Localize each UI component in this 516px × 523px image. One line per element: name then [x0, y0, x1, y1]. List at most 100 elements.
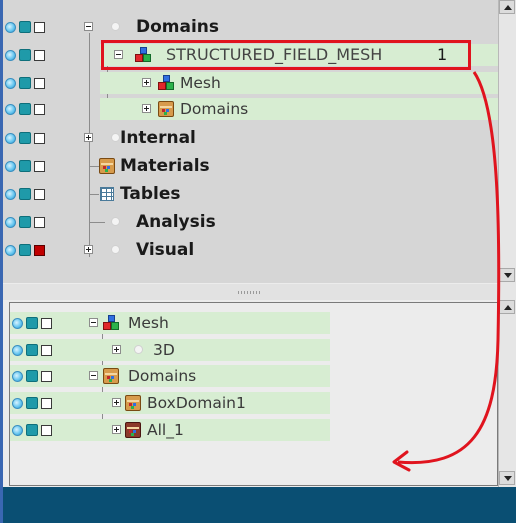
row-controls — [12, 392, 52, 414]
highlight-annotation-box — [101, 40, 471, 70]
visibility-eye-icon[interactable] — [5, 103, 16, 115]
tree-label: Domains — [180, 100, 249, 118]
display-toggle-icon[interactable] — [19, 21, 31, 33]
tree-branch — [89, 222, 105, 223]
display-toggle-icon[interactable] — [19, 188, 31, 200]
collapse-icon[interactable] — [84, 22, 93, 31]
tree-row-mesh[interactable]: Mesh — [100, 72, 498, 94]
expand-icon[interactable] — [84, 133, 93, 142]
select-checkbox[interactable] — [34, 188, 45, 200]
display-toggle-icon[interactable] — [19, 244, 31, 256]
row-controls — [12, 339, 52, 361]
tree-row-materials[interactable]: Materials — [3, 155, 498, 177]
pane-splitter[interactable] — [3, 284, 498, 300]
display-toggle-icon[interactable] — [19, 77, 31, 89]
row-controls — [5, 239, 45, 261]
bottom-tree-scrollbar[interactable] — [498, 300, 516, 487]
visibility-eye-icon[interactable] — [5, 132, 16, 144]
tree-label: Visual — [136, 240, 195, 260]
display-toggle-icon[interactable] — [26, 397, 38, 409]
tree-row-domains[interactable]: Domains — [3, 16, 498, 38]
tree-label: BoxDomain1 — [147, 394, 246, 412]
expand-icon[interactable] — [84, 245, 93, 254]
scroll-down-arrow-icon[interactable] — [499, 471, 515, 485]
visibility-eye-icon[interactable] — [12, 424, 23, 436]
display-toggle-icon[interactable] — [26, 424, 38, 436]
select-checkbox[interactable] — [41, 424, 52, 436]
display-toggle-icon[interactable] — [19, 49, 31, 61]
display-toggle-icon[interactable] — [19, 132, 31, 144]
bullet-icon — [111, 245, 120, 254]
bullet-icon — [111, 217, 120, 226]
tree-label: Tables — [120, 184, 181, 204]
visibility-eye-icon[interactable] — [12, 344, 23, 356]
expand-icon[interactable] — [112, 425, 121, 434]
expand-icon[interactable] — [142, 104, 151, 113]
bullet-icon — [111, 133, 120, 142]
row-controls — [5, 98, 45, 120]
visibility-eye-icon[interactable] — [5, 160, 16, 172]
bullet-icon — [111, 22, 120, 31]
tree-row-sub-domains[interactable]: Domains — [100, 98, 498, 120]
splitter-grip-icon[interactable] — [238, 291, 262, 294]
display-toggle-icon[interactable] — [26, 370, 38, 382]
expand-icon[interactable] — [142, 78, 151, 87]
expand-icon[interactable] — [112, 345, 121, 354]
collapse-icon[interactable] — [89, 318, 98, 327]
tree-row-internal[interactable]: Internal — [3, 127, 498, 149]
tree-row-visual[interactable]: Visual — [3, 239, 498, 261]
select-checkbox[interactable] — [41, 317, 52, 329]
select-checkbox[interactable] — [34, 216, 45, 228]
select-checkbox[interactable] — [34, 244, 45, 256]
display-toggle-icon[interactable] — [26, 344, 38, 356]
row-controls — [12, 419, 52, 441]
select-checkbox[interactable] — [34, 77, 45, 89]
tree-row-domains[interactable]: Domains — [10, 365, 330, 387]
visibility-eye-icon[interactable] — [12, 317, 23, 329]
bottom-panel-bar — [3, 487, 516, 523]
tree-label: Materials — [120, 156, 210, 176]
display-toggle-icon[interactable] — [19, 160, 31, 172]
visibility-eye-icon[interactable] — [5, 21, 16, 33]
domain-box-icon — [103, 368, 119, 384]
select-checkbox[interactable] — [34, 21, 45, 33]
scroll-up-arrow-icon[interactable] — [499, 0, 515, 14]
tree-panel-window: Domains STRUCTURED_FIELD_MESH 1 Mesh Dom… — [0, 0, 516, 523]
visibility-eye-icon[interactable] — [5, 49, 16, 61]
tree-row-mesh[interactable]: Mesh — [10, 312, 330, 334]
expand-icon[interactable] — [112, 398, 121, 407]
tree-label: Mesh — [180, 74, 221, 92]
select-checkbox[interactable] — [41, 344, 52, 356]
tree-label: Mesh — [128, 314, 169, 332]
visibility-eye-icon[interactable] — [5, 188, 16, 200]
select-checkbox[interactable] — [34, 49, 45, 61]
collapse-icon[interactable] — [89, 371, 98, 380]
tree-row-tables[interactable]: Tables — [3, 183, 498, 205]
visibility-eye-icon[interactable] — [12, 397, 23, 409]
tree-label: Domains — [128, 367, 197, 385]
top-tree-scrollbar[interactable] — [498, 0, 516, 300]
row-controls — [5, 44, 45, 66]
visibility-eye-icon[interactable] — [5, 216, 16, 228]
tree-branch — [89, 194, 99, 195]
display-toggle-icon[interactable] — [19, 103, 31, 115]
scroll-up-arrow-icon[interactable] — [499, 300, 515, 314]
domain-box-icon — [125, 395, 141, 411]
row-controls — [5, 16, 45, 38]
row-controls — [5, 72, 45, 94]
visibility-eye-icon[interactable] — [5, 244, 16, 256]
visibility-eye-icon[interactable] — [5, 77, 16, 89]
visibility-eye-icon[interactable] — [12, 370, 23, 382]
tree-row-boxdomain1[interactable]: BoxDomain1 — [10, 392, 330, 414]
select-checkbox[interactable] — [34, 132, 45, 144]
tree-row-3d[interactable]: 3D — [10, 339, 330, 361]
tree-row-all-1[interactable]: All_1 — [10, 419, 330, 441]
display-toggle-icon[interactable] — [26, 317, 38, 329]
scroll-down-arrow-icon[interactable] — [499, 268, 515, 282]
select-checkbox[interactable] — [41, 370, 52, 382]
display-toggle-icon[interactable] — [19, 216, 31, 228]
select-checkbox[interactable] — [41, 397, 52, 409]
tree-row-analysis[interactable]: Analysis — [3, 211, 498, 233]
select-checkbox[interactable] — [34, 160, 45, 172]
select-checkbox[interactable] — [34, 103, 45, 115]
